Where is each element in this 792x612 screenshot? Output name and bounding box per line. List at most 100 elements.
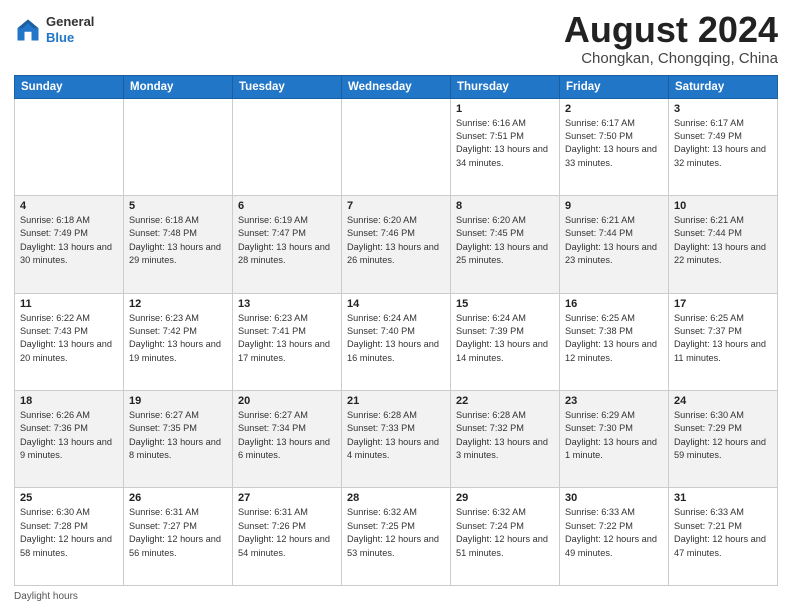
day-number: 20: [238, 395, 336, 407]
day-number: 10: [674, 200, 772, 212]
logo-text: General Blue: [46, 14, 94, 45]
calendar-cell: 12 Sunrise: 6:23 AM Sunset: 7:42 PM Dayli…: [124, 293, 233, 390]
calendar-cell: 27 Sunrise: 6:31 AM Sunset: 7:26 PM Dayli…: [233, 488, 342, 586]
calendar-cell: 30 Sunrise: 6:33 AM Sunset: 7:22 PM Dayli…: [560, 488, 669, 586]
day-header-friday: Friday: [560, 75, 669, 98]
day-number: 30: [565, 492, 663, 504]
day-info: Sunrise: 6:27 AM Sunset: 7:35 PM Dayligh…: [129, 409, 227, 462]
day-number: 8: [456, 200, 554, 212]
day-number: 26: [129, 492, 227, 504]
calendar-cell: 3Sunrise: 6:17 AM Sunset: 7:49 PM Daylig…: [669, 98, 778, 195]
day-info: Sunrise: 6:17 AM Sunset: 7:50 PM Dayligh…: [565, 117, 663, 170]
day-number: 11: [20, 298, 118, 310]
day-info: Sunrise: 6:21 AM Sunset: 7:44 PM Dayligh…: [674, 214, 772, 267]
day-number: 4: [20, 200, 118, 212]
calendar-cell: 11 Sunrise: 6:22 AM Sunset: 7:43 PM Dayli…: [15, 293, 124, 390]
calendar-cell: [342, 98, 451, 195]
day-info: Sunrise: 6:18 AM Sunset: 7:48 PM Dayligh…: [129, 214, 227, 267]
day-header-wednesday: Wednesday: [342, 75, 451, 98]
day-info: Sunrise: 6:29 AM Sunset: 7:30 PM Dayligh…: [565, 409, 663, 462]
calendar-cell: [15, 98, 124, 195]
day-number: 27: [238, 492, 336, 504]
calendar-week-5: 25 Sunrise: 6:30 AM Sunset: 7:28 PM Dayli…: [15, 488, 778, 586]
calendar-cell: 2 Sunrise: 6:17 AM Sunset: 7:50 PM Daylig…: [560, 98, 669, 195]
calendar-cell: 21 Sunrise: 6:28 AM Sunset: 7:33 PM Dayli…: [342, 391, 451, 488]
calendar-cell: 15 Sunrise: 6:24 AM Sunset: 7:39 PM Dayli…: [451, 293, 560, 390]
day-info: Sunrise: 6:19 AM Sunset: 7:47 PM Dayligh…: [238, 214, 336, 267]
calendar-cell: 14Sunrise: 6:24 AM Sunset: 7:40 PM Dayli…: [342, 293, 451, 390]
day-number: 5: [129, 200, 227, 212]
calendar-cell: 8 Sunrise: 6:20 AM Sunset: 7:45 PM Daylig…: [451, 196, 560, 293]
calendar-cell: 4 Sunrise: 6:18 AM Sunset: 7:49 PM Daylig…: [15, 196, 124, 293]
logo: General Blue: [14, 14, 94, 45]
day-info: Sunrise: 6:21 AM Sunset: 7:44 PM Dayligh…: [565, 214, 663, 267]
day-info: Sunrise: 6:25 AM Sunset: 7:38 PM Dayligh…: [565, 312, 663, 365]
day-info: Sunrise: 6:17 AM Sunset: 7:49 PM Dayligh…: [674, 117, 772, 170]
day-number: 6: [238, 200, 336, 212]
day-info: Sunrise: 6:20 AM Sunset: 7:46 PM Dayligh…: [347, 214, 445, 267]
day-info: Sunrise: 6:28 AM Sunset: 7:33 PM Dayligh…: [347, 409, 445, 462]
day-header-thursday: Thursday: [451, 75, 560, 98]
calendar-cell: 18Sunrise: 6:26 AM Sunset: 7:36 PM Dayli…: [15, 391, 124, 488]
day-number: 22: [456, 395, 554, 407]
day-info: Sunrise: 6:27 AM Sunset: 7:34 PM Dayligh…: [238, 409, 336, 462]
calendar: SundayMondayTuesdayWednesdayThursdayFrid…: [14, 75, 778, 586]
day-info: Sunrise: 6:30 AM Sunset: 7:28 PM Dayligh…: [20, 506, 118, 559]
day-info: Sunrise: 6:31 AM Sunset: 7:27 PM Dayligh…: [129, 506, 227, 559]
day-header-saturday: Saturday: [669, 75, 778, 98]
day-header-sunday: Sunday: [15, 75, 124, 98]
day-number: 23: [565, 395, 663, 407]
day-number: 14: [347, 298, 445, 310]
calendar-cell: 13 Sunrise: 6:23 AM Sunset: 7:41 PM Dayli…: [233, 293, 342, 390]
day-info: Sunrise: 6:25 AM Sunset: 7:37 PM Dayligh…: [674, 312, 772, 365]
location: Chongkan, Chongqing, China: [564, 50, 778, 67]
day-number: 17: [674, 298, 772, 310]
calendar-cell: 29 Sunrise: 6:32 AM Sunset: 7:24 PM Dayli…: [451, 488, 560, 586]
header-right: August 2024 Chongkan, Chongqing, China: [564, 10, 778, 67]
day-info: Sunrise: 6:33 AM Sunset: 7:22 PM Dayligh…: [565, 506, 663, 559]
daylight-hours-label: Daylight hours: [14, 591, 78, 602]
calendar-cell: [124, 98, 233, 195]
logo-blue-text: Blue: [46, 30, 74, 45]
calendar-cell: 25 Sunrise: 6:30 AM Sunset: 7:28 PM Dayli…: [15, 488, 124, 586]
calendar-cell: 31Sunrise: 6:33 AM Sunset: 7:21 PM Dayli…: [669, 488, 778, 586]
calendar-cell: 19Sunrise: 6:27 AM Sunset: 7:35 PM Dayli…: [124, 391, 233, 488]
header: General Blue August 2024 Chongkan, Chong…: [14, 10, 778, 67]
day-number: 15: [456, 298, 554, 310]
footer: Daylight hours: [14, 591, 778, 602]
day-number: 25: [20, 492, 118, 504]
day-number: 29: [456, 492, 554, 504]
day-number: 12: [129, 298, 227, 310]
day-number: 13: [238, 298, 336, 310]
calendar-cell: 20 Sunrise: 6:27 AM Sunset: 7:34 PM Dayli…: [233, 391, 342, 488]
calendar-header-row: SundayMondayTuesdayWednesdayThursdayFrid…: [15, 75, 778, 98]
day-number: 28: [347, 492, 445, 504]
day-number: 7: [347, 200, 445, 212]
day-info: Sunrise: 6:23 AM Sunset: 7:41 PM Dayligh…: [238, 312, 336, 365]
calendar-cell: [233, 98, 342, 195]
day-number: 21: [347, 395, 445, 407]
logo-icon: [14, 16, 42, 44]
day-info: Sunrise: 6:31 AM Sunset: 7:26 PM Dayligh…: [238, 506, 336, 559]
month-title: August 2024: [564, 10, 778, 50]
day-info: Sunrise: 6:26 AM Sunset: 7:36 PM Dayligh…: [20, 409, 118, 462]
day-info: Sunrise: 6:32 AM Sunset: 7:24 PM Dayligh…: [456, 506, 554, 559]
calendar-cell: 5 Sunrise: 6:18 AM Sunset: 7:48 PM Daylig…: [124, 196, 233, 293]
calendar-cell: 16Sunrise: 6:25 AM Sunset: 7:38 PM Dayli…: [560, 293, 669, 390]
day-info: Sunrise: 6:20 AM Sunset: 7:45 PM Dayligh…: [456, 214, 554, 267]
calendar-cell: 26 Sunrise: 6:31 AM Sunset: 7:27 PM Dayli…: [124, 488, 233, 586]
calendar-cell: 7 Sunrise: 6:20 AM Sunset: 7:46 PM Daylig…: [342, 196, 451, 293]
calendar-cell: 1Sunrise: 6:16 AM Sunset: 7:51 PM Daylig…: [451, 98, 560, 195]
day-info: Sunrise: 6:30 AM Sunset: 7:29 PM Dayligh…: [674, 409, 772, 462]
day-info: Sunrise: 6:22 AM Sunset: 7:43 PM Dayligh…: [20, 312, 118, 365]
day-header-monday: Monday: [124, 75, 233, 98]
day-info: Sunrise: 6:23 AM Sunset: 7:42 PM Dayligh…: [129, 312, 227, 365]
day-number: 2: [565, 103, 663, 115]
calendar-week-3: 11 Sunrise: 6:22 AM Sunset: 7:43 PM Dayli…: [15, 293, 778, 390]
calendar-cell: 17 Sunrise: 6:25 AM Sunset: 7:37 PM Dayli…: [669, 293, 778, 390]
calendar-cell: 28Sunrise: 6:32 AM Sunset: 7:25 PM Dayli…: [342, 488, 451, 586]
day-number: 24: [674, 395, 772, 407]
day-info: Sunrise: 6:24 AM Sunset: 7:39 PM Dayligh…: [456, 312, 554, 365]
day-info: Sunrise: 6:18 AM Sunset: 7:49 PM Dayligh…: [20, 214, 118, 267]
calendar-cell: 6 Sunrise: 6:19 AM Sunset: 7:47 PM Daylig…: [233, 196, 342, 293]
